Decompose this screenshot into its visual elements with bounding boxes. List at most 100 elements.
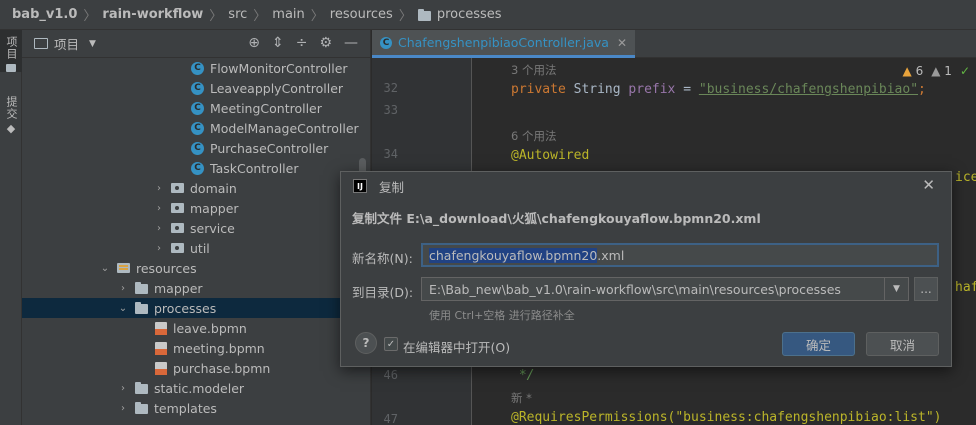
author-hint[interactable]: 新 * <box>511 390 532 406</box>
chevron-down-icon[interactable]: ▼ <box>884 278 908 300</box>
project-panel-header: 项目 ▼ ⊕ ⇕ ÷ ⚙ — <box>22 30 370 58</box>
code-line-32[interactable]: private String prefix = "business/chafen… <box>511 82 926 97</box>
new-name-input[interactable]: chafengkouyaflow.bpmn20 .xml <box>421 243 939 267</box>
breadcrumb-item-processes[interactable]: processes <box>437 7 502 22</box>
tree-item-label: TaskController <box>210 160 299 176</box>
tree-item-label: mapper <box>190 200 239 216</box>
close-icon[interactable]: ✕ <box>617 36 627 50</box>
breadcrumb-item-main[interactable]: main <box>272 7 304 22</box>
tree-item[interactable]: ⌄ resources <box>22 258 371 278</box>
bpmn-file-icon <box>155 341 167 355</box>
tree-item[interactable]: C TaskController <box>22 158 371 178</box>
breadcrumb-item-src[interactable]: src <box>228 7 247 22</box>
breadcrumb-separator: 〉 <box>398 9 412 24</box>
open-in-editor-label[interactable]: 在编辑器中打开(O) <box>403 337 510 356</box>
collapse-all-icon[interactable]: ÷ <box>296 35 308 51</box>
tree-item[interactable]: purchase.bpmn <box>22 358 371 378</box>
tree-item[interactable]: leave.bpmn <box>22 318 371 338</box>
code-line-34[interactable]: @Autowired <box>511 148 589 163</box>
project-tree: C FlowMonitorController C LeaveapplyContro… <box>22 58 371 418</box>
folder-icon <box>135 402 148 414</box>
tree-item[interactable]: › static.modeler <box>22 378 371 398</box>
path-completion-hint: 使用 Ctrl+空格 进行路径补全 <box>429 309 575 322</box>
chevron-right-icon[interactable]: › <box>153 223 165 234</box>
tree-item[interactable]: › domain <box>22 178 371 198</box>
package-icon <box>171 243 184 253</box>
weak-warning-icon: ▲ <box>931 64 941 78</box>
tree-item[interactable]: › service <box>22 218 371 238</box>
chevron-right-icon[interactable]: › <box>117 383 129 394</box>
breadcrumb-item-project[interactable]: bab_v1.0 <box>12 7 77 22</box>
close-icon[interactable]: ✕ <box>922 176 935 194</box>
tree-item-label: leave.bpmn <box>173 320 247 336</box>
breadcrumb-item-resources[interactable]: resources <box>330 7 393 22</box>
project-tool-label: 项目 <box>5 36 18 60</box>
folder-icon <box>417 8 431 21</box>
project-panel-title[interactable]: 项目 <box>54 34 79 53</box>
code-token-semicolon: ; <box>918 82 926 97</box>
bpmn-file-icon <box>155 321 167 335</box>
chevron-right-icon[interactable]: › <box>153 203 165 214</box>
project-panel-toolbar: ⊕ ⇕ ÷ ⚙ — <box>248 35 358 51</box>
tree-item[interactable]: › util <box>22 238 371 258</box>
editor-tab-label: ChafengshenpibiaoController.java <box>398 35 609 50</box>
ok-button[interactable]: 确定 <box>782 332 855 356</box>
tree-item[interactable]: C FlowMonitorController <box>22 58 371 78</box>
commit-tool-label: 提交 <box>5 96 18 120</box>
cancel-button[interactable]: 取消 <box>866 332 939 356</box>
tree-item[interactable]: C ModelManageController <box>22 118 371 138</box>
editor-tab-active[interactable]: C ChafengshenpibiaoController.java ✕ <box>372 30 635 58</box>
breadcrumb-item-module[interactable]: rain-workflow <box>102 7 203 22</box>
chevron-right-icon[interactable]: › <box>117 283 129 294</box>
chevron-down-icon[interactable]: ▼ <box>89 39 96 49</box>
locate-icon[interactable]: ⊕ <box>248 35 260 51</box>
usage-hint[interactable]: 6 个用法 <box>511 128 556 144</box>
open-in-editor-checkbox[interactable]: ✓ <box>384 337 398 351</box>
dialog-title-bar[interactable]: IJ 复制 ✕ <box>341 172 951 200</box>
java-class-icon: C <box>191 121 204 135</box>
code-token-keyword: private <box>511 82 574 97</box>
tree-item-label: MeetingController <box>210 100 322 116</box>
breadcrumb: bab_v1.0 〉 rain-workflow 〉 src 〉 main 〉 … <box>0 0 976 30</box>
tree-item-label: ModelManageController <box>210 120 359 136</box>
tree-item[interactable]: meeting.bpmn <box>22 338 371 358</box>
warning-count-value: 6 <box>915 64 924 78</box>
inspection-widget[interactable]: ▲ 6 ▲ 1 ✓ <box>903 64 970 78</box>
dialog-heading: 复制文件 E:\a_download\火狐\chafengkouyaflow.b… <box>352 211 761 226</box>
chevron-right-icon[interactable]: › <box>153 243 165 254</box>
code-token-type: String <box>573 82 629 97</box>
bpmn-file-icon <box>155 361 167 375</box>
tree-item[interactable]: › templates <box>22 398 371 418</box>
chevron-right-icon[interactable]: › <box>117 403 129 414</box>
expand-all-icon[interactable]: ⇕ <box>272 35 284 51</box>
usage-hint[interactable]: 3 个用法 <box>511 62 556 78</box>
tree-item[interactable]: › mapper <box>22 278 371 298</box>
tree-item[interactable]: C PurchaseController <box>22 138 371 158</box>
to-directory-combo[interactable]: E:\Bab_new\bab_v1.0\rain-workflow\src\ma… <box>421 277 909 301</box>
folder-icon <box>135 382 148 394</box>
commit-tool-button[interactable]: 提交 ◆ <box>0 90 22 135</box>
chevron-down-icon[interactable]: ⌄ <box>117 303 129 314</box>
tree-item[interactable]: › mapper <box>22 198 371 218</box>
code-line-46[interactable]: */ <box>511 368 535 383</box>
gear-icon[interactable]: ⚙ <box>319 35 332 51</box>
help-button[interactable]: ? <box>355 332 377 354</box>
chevron-down-icon[interactable]: ⌄ <box>99 263 111 274</box>
code-line-47[interactable]: @RequiresPermissions("business:chafengsh… <box>511 410 941 425</box>
minimize-icon[interactable]: — <box>344 35 358 51</box>
chevron-right-icon[interactable]: › <box>153 183 165 194</box>
line-number: 46 <box>383 368 398 382</box>
tree-item-label: static.modeler <box>154 380 245 396</box>
tree-item-label: resources <box>136 260 197 276</box>
tree-item[interactable]: C MeetingController <box>22 98 371 118</box>
tree-item-selected[interactable]: ⌄ processes <box>22 298 371 318</box>
intellij-logo-icon: IJ <box>353 179 367 193</box>
package-icon <box>171 203 184 213</box>
browse-button[interactable]: ... <box>914 277 938 301</box>
breadcrumb-separator: 〉 <box>209 9 223 24</box>
weak-warning-count-value: 1 <box>944 64 952 78</box>
tree-item-label: purchase.bpmn <box>173 360 271 376</box>
project-tool-button[interactable]: 项目 <box>0 30 22 72</box>
code-token-operator: = <box>675 82 699 97</box>
tree-item[interactable]: C LeaveapplyController <box>22 78 371 98</box>
